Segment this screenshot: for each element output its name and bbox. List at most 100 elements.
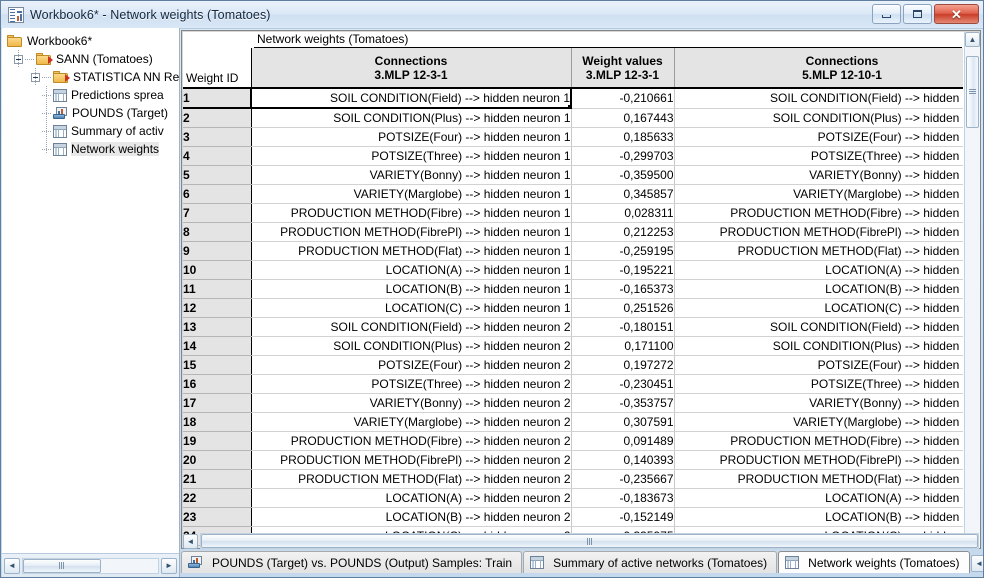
scroll-left-button[interactable]: ◄ <box>183 533 198 549</box>
cell-connection-mlp12-10-1[interactable]: SOIL CONDITION(Plus) --> hidden neuron 1 <box>674 336 963 356</box>
cell-weight-id[interactable]: 18 <box>183 412 252 432</box>
cell-connection-mlp12-3-1[interactable]: LOCATION(A) --> hidden neuron 1 <box>251 260 572 280</box>
cell-weight-value-mlp12-3-1[interactable]: -0,359500 <box>571 165 675 185</box>
table-row[interactable]: 16 POTSIZE(Three) --> hidden neuron 2 -0,2… <box>183 374 963 394</box>
cell-weight-id[interactable]: 1 <box>183 87 252 109</box>
tree-item-workbook6[interactable]: Workbook6* <box>5 32 179 50</box>
table-row[interactable]: 15 POTSIZE(Four) --> hidden neuron 2 0,197… <box>183 355 963 375</box>
cell-connection-mlp12-10-1[interactable]: PRODUCTION METHOD(Flat) --> hidden neuro… <box>674 469 963 489</box>
cell-weight-value-mlp12-3-1[interactable]: -0,259195 <box>571 241 675 261</box>
cell-connection-mlp12-10-1[interactable]: LOCATION(C) --> hidden neuron 1 <box>674 298 963 318</box>
cell-weight-value-mlp12-3-1[interactable]: 0,197272 <box>571 355 675 375</box>
scroll-up-button[interactable]: ▲ <box>965 32 980 47</box>
tree-item-summary-of-active-networks[interactable]: Summary of activ <box>5 122 179 140</box>
cell-connection-mlp12-3-1[interactable]: PRODUCTION METHOD(Fibre) --> hidden neur… <box>251 203 572 223</box>
cell-connection-mlp12-10-1[interactable]: PRODUCTION METHOD(FibrePl) --> hidden ne… <box>674 222 963 242</box>
table-row[interactable]: 3 POTSIZE(Four) --> hidden neuron 1 0,1856… <box>183 127 963 147</box>
cell-weight-id[interactable]: 17 <box>183 393 252 413</box>
cell-weight-id[interactable]: 2 <box>183 108 252 128</box>
cell-connection-mlp12-3-1[interactable]: POTSIZE(Three) --> hidden neuron 2 <box>251 374 572 394</box>
cell-connection-mlp12-10-1[interactable]: POTSIZE(Four) --> hidden neuron 1 <box>674 355 963 375</box>
cell-connection-mlp12-10-1[interactable]: LOCATION(B) --> hidden neuron 1 <box>674 507 963 527</box>
table-row[interactable]: 14 SOIL CONDITION(Plus) --> hidden neuron… <box>183 336 963 356</box>
cell-weight-id[interactable]: 10 <box>183 260 252 280</box>
table-row[interactable]: 20 PRODUCTION METHOD(FibrePl) --> hidden … <box>183 450 963 470</box>
cell-connection-mlp12-3-1[interactable]: POTSIZE(Four) --> hidden neuron 2 <box>251 355 572 375</box>
cell-connection-mlp12-10-1[interactable]: PRODUCTION METHOD(Fibre) --> hidden neur… <box>674 203 963 223</box>
cell-connection-mlp12-3-1[interactable]: PRODUCTION METHOD(Fibre) --> hidden neur… <box>251 431 572 451</box>
cell-weight-id[interactable]: 11 <box>183 279 252 299</box>
table-row[interactable]: 8 PRODUCTION METHOD(FibrePl) --> hidden n… <box>183 222 963 242</box>
cell-weight-id[interactable]: 4 <box>183 146 252 166</box>
cell-connection-mlp12-3-1[interactable]: PRODUCTION METHOD(FibrePl) --> hidden ne… <box>251 222 572 242</box>
cell-connection-mlp12-3-1[interactable]: PRODUCTION METHOD(Flat) --> hidden neuro… <box>251 241 572 261</box>
tab-network-weights[interactable]: Network weights (Tomatoes) <box>778 551 970 573</box>
cell-weight-id[interactable]: 19 <box>183 431 252 451</box>
cell-weight-value-mlp12-3-1[interactable]: 0,185633 <box>571 127 675 147</box>
cell-weight-id[interactable]: 8 <box>183 222 252 242</box>
cell-connection-mlp12-3-1[interactable]: SOIL CONDITION(Field) --> hidden neuron … <box>250 87 572 109</box>
cell-connection-mlp12-3-1[interactable]: SOIL CONDITION(Plus) --> hidden neuron 1 <box>251 108 572 128</box>
cell-weight-value-mlp12-3-1[interactable]: -0,195221 <box>571 260 675 280</box>
cell-connection-mlp12-10-1[interactable]: LOCATION(B) --> hidden neuron 1 <box>674 279 963 299</box>
scroll-track[interactable] <box>22 557 159 574</box>
cell-connection-mlp12-3-1[interactable]: VARIETY(Marglobe) --> hidden neuron 1 <box>251 184 572 204</box>
cell-connection-mlp12-3-1[interactable]: LOCATION(B) --> hidden neuron 2 <box>251 507 572 527</box>
cell-connection-mlp12-10-1[interactable]: LOCATION(A) --> hidden neuron 1 <box>674 260 963 280</box>
cell-weight-value-mlp12-3-1[interactable]: -0,165373 <box>571 279 675 299</box>
table-row[interactable]: 4 POTSIZE(Three) --> hidden neuron 1 -0,29… <box>183 146 963 166</box>
table-row[interactable]: 17 VARIETY(Bonny) --> hidden neuron 2 -0,3… <box>183 393 963 413</box>
spreadsheet-grid-scroll[interactable]: Weight ID Connections 3.MLP 12-3-1 Weigh… <box>183 48 963 548</box>
cell-connection-mlp12-3-1[interactable]: VARIETY(Bonny) --> hidden neuron 1 <box>251 165 572 185</box>
cell-weight-value-mlp12-3-1[interactable]: -0,353757 <box>571 393 675 413</box>
cell-connection-mlp12-10-1[interactable]: PRODUCTION METHOD(Fibre) --> hidden neur… <box>674 431 963 451</box>
cell-connection-mlp12-10-1[interactable]: POTSIZE(Three) --> hidden neuron 1 <box>674 374 963 394</box>
minimize-button[interactable] <box>872 4 901 24</box>
scroll-track[interactable] <box>200 533 979 549</box>
tree-item-sann[interactable]: SANN (Tomatoes) <box>5 50 179 68</box>
cell-connection-mlp12-10-1[interactable]: VARIETY(Marglobe) --> hidden neuron 1 <box>674 412 963 432</box>
cell-connection-mlp12-3-1[interactable]: LOCATION(A) --> hidden neuron 2 <box>251 488 572 508</box>
cell-connection-mlp12-10-1[interactable]: POTSIZE(Three) --> hidden neuron 1 <box>674 146 963 166</box>
cell-connection-mlp12-3-1[interactable]: SOIL CONDITION(Field) --> hidden neuron … <box>251 317 572 337</box>
cell-connection-mlp12-10-1[interactable]: SOIL CONDITION(Field) --> hidden neuron … <box>674 88 963 109</box>
scroll-thumb[interactable] <box>966 56 979 128</box>
cell-weight-id[interactable]: 23 <box>183 507 252 527</box>
cell-connection-mlp12-3-1[interactable]: PRODUCTION METHOD(FibrePl) --> hidden ne… <box>251 450 572 470</box>
tab-summary-of-active-networks[interactable]: Summary of active networks (Tomatoes) <box>523 551 778 573</box>
cell-weight-value-mlp12-3-1[interactable]: -0,152149 <box>571 507 675 527</box>
column-header-weight-id[interactable]: Weight ID <box>183 48 252 89</box>
cell-connection-mlp12-10-1[interactable]: POTSIZE(Four) --> hidden neuron 1 <box>674 127 963 147</box>
cell-weight-value-mlp12-3-1[interactable]: -0,183673 <box>571 488 675 508</box>
cell-weight-id[interactable]: 21 <box>183 469 252 489</box>
table-row[interactable]: 11 LOCATION(B) --> hidden neuron 1 -0,1653… <box>183 279 963 299</box>
cell-weight-id[interactable]: 14 <box>183 336 252 356</box>
cell-weight-id[interactable]: 12 <box>183 298 252 318</box>
restore-button[interactable] <box>903 4 932 24</box>
cell-weight-value-mlp12-3-1[interactable]: 0,345857 <box>571 184 675 204</box>
close-button[interactable]: ✕ <box>934 4 979 24</box>
cell-connection-mlp12-10-1[interactable]: VARIETY(Marglobe) --> hidden neuron 1 <box>674 184 963 204</box>
table-row[interactable]: 21 PRODUCTION METHOD(Flat) --> hidden neu… <box>183 469 963 489</box>
cell-weight-value-mlp12-3-1[interactable]: 0,307591 <box>571 412 675 432</box>
cell-connection-mlp12-3-1[interactable]: PRODUCTION METHOD(Flat) --> hidden neuro… <box>251 469 572 489</box>
tree-item-network-weights[interactable]: Network weights <box>5 140 179 158</box>
tree-horizontal-scrollbar[interactable]: ◄ ► <box>2 553 179 577</box>
column-header-connections-mlp12-3-1[interactable]: Connections 3.MLP 12-3-1 <box>251 48 572 89</box>
table-row[interactable]: 9 PRODUCTION METHOD(Flat) --> hidden neur… <box>183 241 963 261</box>
cell-weight-value-mlp12-3-1[interactable]: 0,028311 <box>571 203 675 223</box>
table-row[interactable]: 1 SOIL CONDITION(Field) --> hidden neuron… <box>183 87 963 109</box>
cell-weight-value-mlp12-3-1[interactable]: -0,210661 <box>571 88 675 109</box>
cell-weight-value-mlp12-3-1[interactable]: -0,299703 <box>571 146 675 166</box>
table-row[interactable]: 10 LOCATION(A) --> hidden neuron 1 -0,1952… <box>183 260 963 280</box>
cell-weight-id[interactable]: 6 <box>183 184 252 204</box>
table-row[interactable]: 6 VARIETY(Marglobe) --> hidden neuron 1 0,… <box>183 184 963 204</box>
table-row[interactable]: 22 LOCATION(A) --> hidden neuron 2 -0,1836… <box>183 488 963 508</box>
tree-item-predictions-spreadsheet[interactable]: Predictions sprea <box>5 86 179 104</box>
cell-weight-value-mlp12-3-1[interactable]: -0,230451 <box>571 374 675 394</box>
cell-weight-value-mlp12-3-1[interactable]: 0,140393 <box>571 450 675 470</box>
cell-connection-mlp12-10-1[interactable]: PRODUCTION METHOD(FibrePl) --> hidden ne… <box>674 450 963 470</box>
table-row[interactable]: 2 SOIL CONDITION(Plus) --> hidden neuron … <box>183 108 963 128</box>
scroll-thumb[interactable] <box>23 558 101 573</box>
cell-weight-value-mlp12-3-1[interactable]: 0,091489 <box>571 431 675 451</box>
